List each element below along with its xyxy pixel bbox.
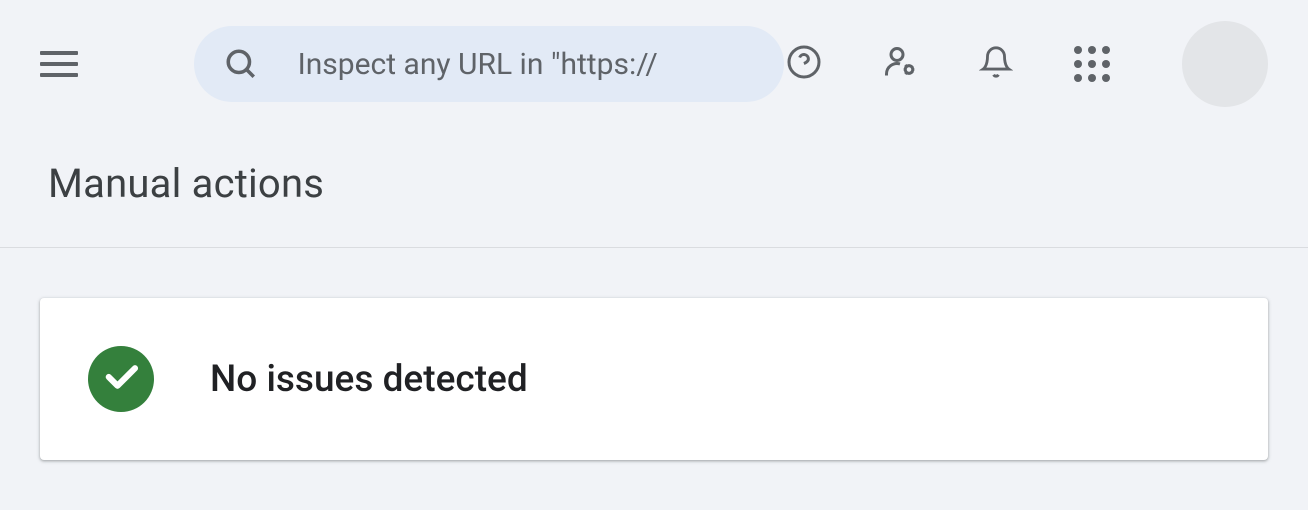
checkmark-icon [100,356,142,402]
content-area: No issues detected [0,248,1308,510]
notifications-button[interactable] [976,44,1016,84]
user-settings-icon [882,44,918,84]
title-section: Manual actions [0,128,1308,248]
help-button[interactable] [784,44,824,84]
user-settings-button[interactable] [880,44,920,84]
account-avatar[interactable] [1182,21,1268,107]
help-icon [786,44,822,84]
page-title: Manual actions [48,160,1260,207]
success-badge [88,346,154,412]
bell-icon [979,45,1013,83]
hamburger-icon [40,51,78,55]
status-message: No issues detected [210,358,528,401]
header [0,0,1308,128]
apps-icon [1074,46,1110,82]
search-input[interactable] [298,47,754,82]
search-icon [224,47,258,81]
search-bar[interactable] [194,26,784,102]
apps-button[interactable] [1072,44,1112,84]
status-card: No issues detected [40,298,1268,460]
header-actions [784,21,1268,107]
menu-button[interactable] [40,44,79,84]
